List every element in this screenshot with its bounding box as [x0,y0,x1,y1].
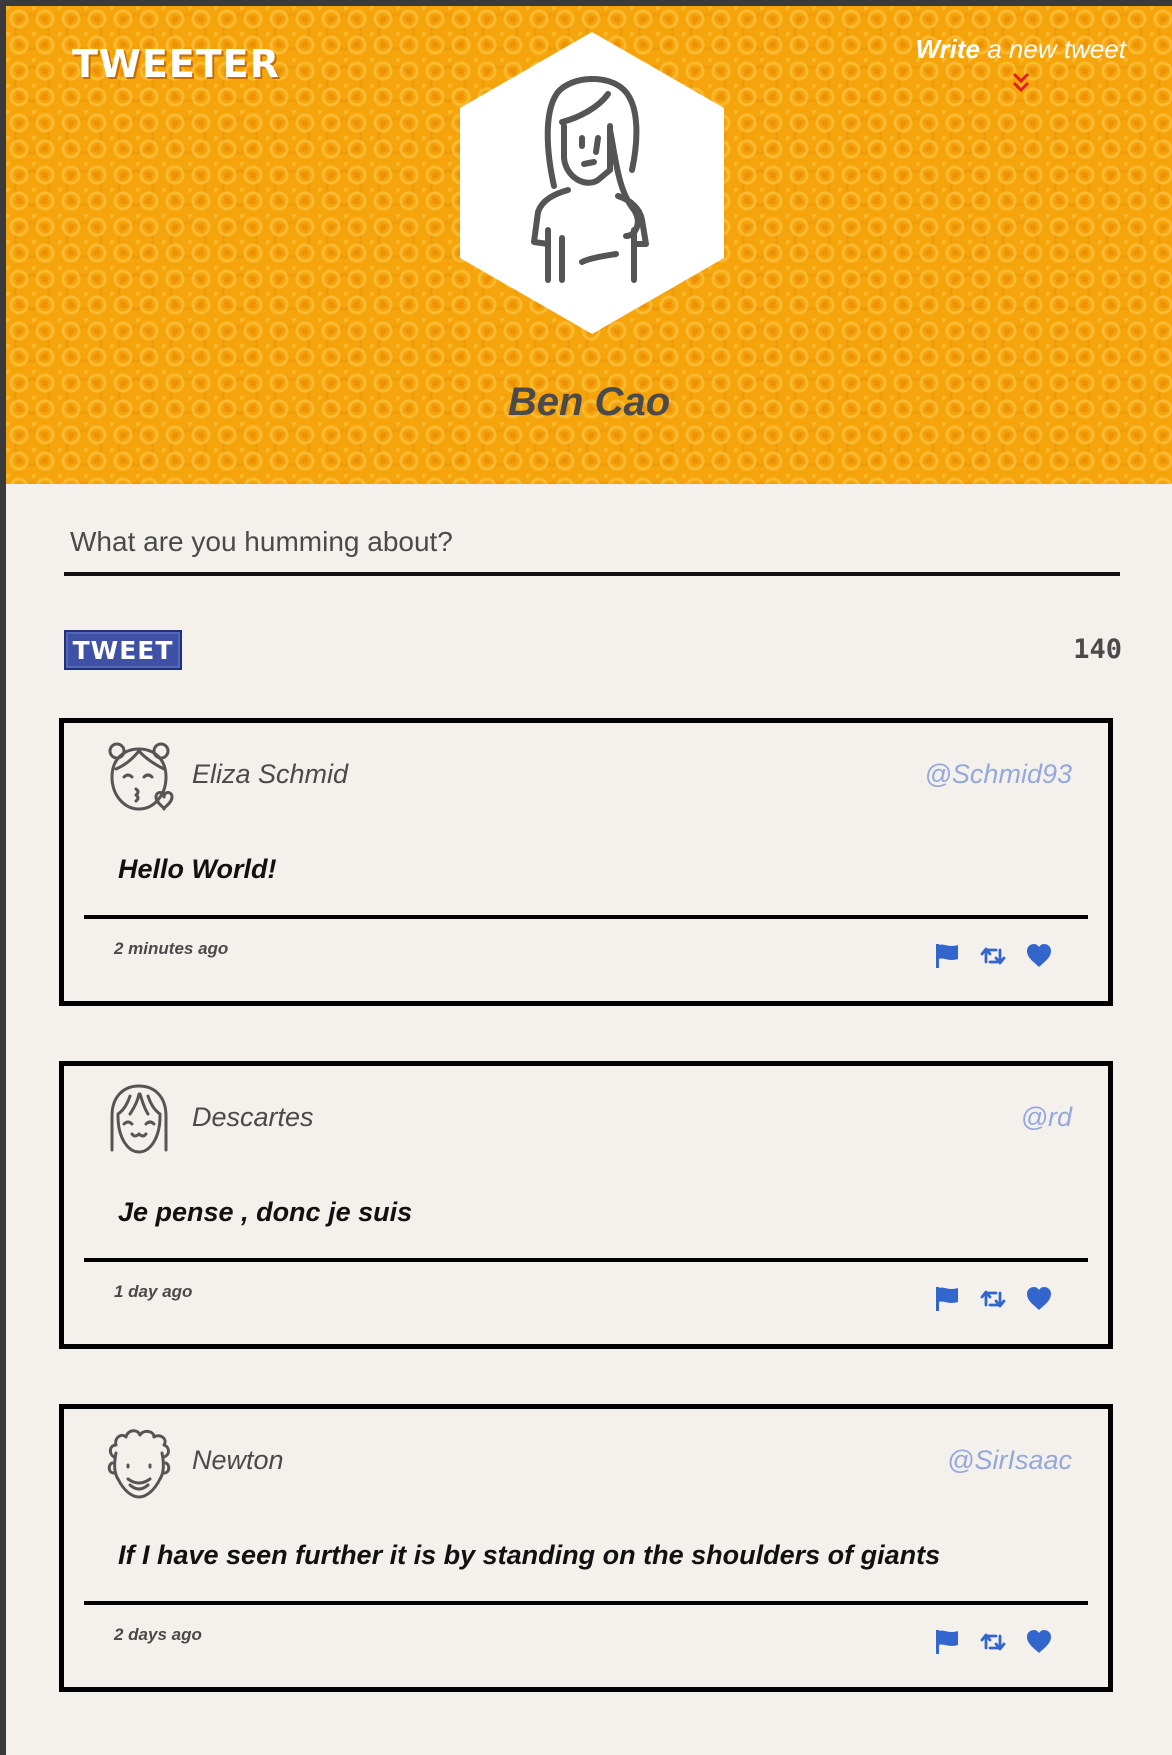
profile-header: TWEETER Write a new tweet Ben Cao [6,6,1172,484]
tweet-author-name[interactable]: Newton [192,1445,284,1476]
tweet-body: Je pense , donc je suis [118,1197,413,1227]
tweet-actions [934,943,1052,969]
tweet-author-handle[interactable]: @Schmid93 [925,759,1072,790]
char-counter: 140 [1073,634,1122,665]
compose-link-text: a new tweet [980,34,1126,64]
tweet-card: Eliza Schmid @Schmid93 Hello World! 2 mi… [59,718,1113,1006]
tweet-author-name[interactable]: Eliza Schmid [192,759,348,790]
tweet-divider [84,1601,1088,1605]
heart-icon[interactable] [1026,1286,1052,1312]
retweet-icon[interactable] [980,1629,1006,1655]
tweet-author-handle[interactable]: @SirIsaac [947,1445,1072,1476]
heart-icon[interactable] [1026,943,1052,969]
heart-icon[interactable] [1026,1629,1052,1655]
retweet-icon[interactable] [980,1286,1006,1312]
girl-bangs-avatar-icon [110,1084,168,1154]
tweet-author-handle[interactable]: @rd [1021,1102,1072,1133]
tweet-card: Newton @SirIsaac If I have seen further … [59,1404,1113,1692]
double-chevron-down-icon[interactable] [1009,71,1033,95]
tweet-timestamp: 1 day ago [114,1282,193,1301]
tweet-actions [934,1286,1052,1312]
tweet-divider [84,1258,1088,1262]
tweet-input[interactable] [64,512,1120,576]
flag-icon[interactable] [934,1286,960,1312]
flag-icon[interactable] [934,943,960,969]
tweet-button[interactable]: TWEET [64,630,182,670]
tweet-author-name[interactable]: Descartes [192,1102,314,1133]
tweet-actions [934,1629,1052,1655]
tweet-timestamp: 2 minutes ago [114,939,229,958]
logo[interactable]: TWEETER [72,42,280,86]
write-new-tweet-link[interactable]: Write a new tweet [915,34,1126,95]
tweet-body: Hello World! [118,854,277,884]
girl-kiss-avatar-icon [108,742,174,811]
page: TWEETER Write a new tweet Ben Cao What a… [6,6,1172,1755]
retweet-icon[interactable] [980,943,1006,969]
compose-link-bold: Write [915,34,981,64]
tweet-card: Descartes @rd Je pense , donc je suis 1 … [59,1061,1113,1349]
tweet-body: If I have seen further it is by standing… [118,1540,941,1570]
profile-avatar [460,32,724,334]
curly-hair-avatar-icon [107,1429,171,1499]
tweet-timestamp: 2 days ago [114,1625,202,1644]
flag-icon[interactable] [934,1629,960,1655]
tweet-composer: TWEET 140 [64,512,1122,670]
tweet-divider [84,915,1088,919]
profile-name: Ben Cao [507,380,671,424]
